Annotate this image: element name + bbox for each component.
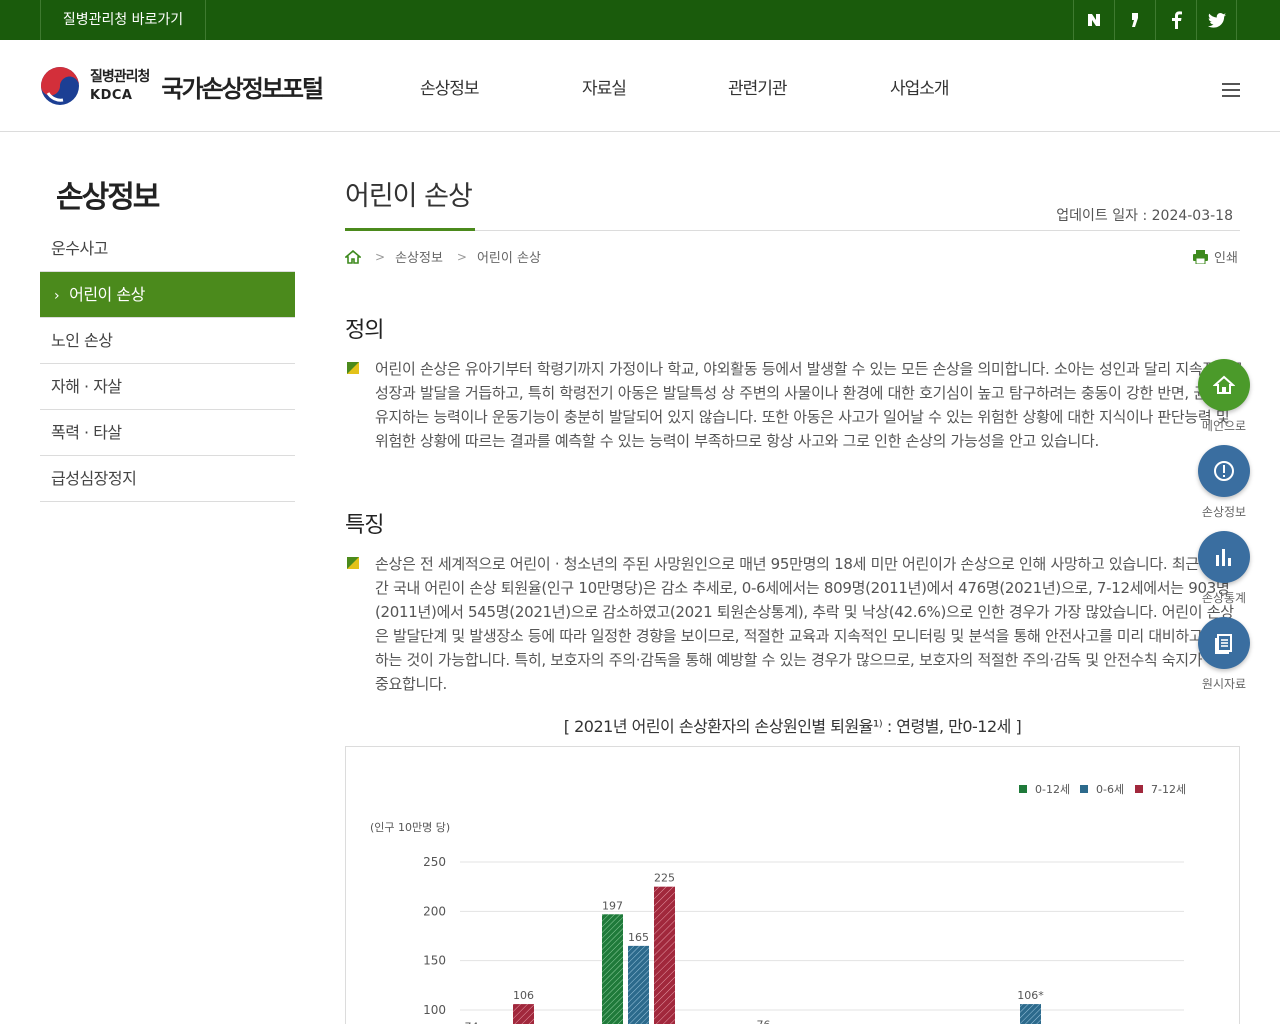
title-divider: [345, 230, 1240, 231]
hamburger-menu-icon[interactable]: [1222, 83, 1240, 97]
definition-heading: 정의: [345, 318, 384, 343]
org-name-en: KDCA: [90, 88, 133, 103]
bar-value-label: 197: [602, 899, 623, 912]
nav-library[interactable]: 자료실: [582, 74, 627, 99]
quick-raw-data[interactable]: 원시자료: [1198, 617, 1250, 692]
quick-label: 손상통계: [1201, 591, 1247, 605]
sidebar-item-self-harm[interactable]: 자해 · 자살: [40, 364, 295, 410]
chevron-right-icon: ›: [54, 288, 60, 304]
kdca-emblem-icon: [41, 67, 79, 105]
bullet-icon: [347, 362, 359, 374]
twitter-icon[interactable]: [1196, 0, 1237, 40]
bar-value-label: 74: [465, 1021, 479, 1024]
nav-injury-info[interactable]: 손상정보: [420, 74, 480, 99]
quick-home[interactable]: 메인으로: [1198, 359, 1250, 434]
y-tick-label: 250: [423, 855, 446, 869]
home-icon[interactable]: [345, 249, 361, 264]
kakao-story-icon[interactable]: [1114, 0, 1155, 40]
legend-label: 0-6세: [1096, 783, 1124, 796]
portal-name: 국가손상정보포털: [161, 74, 324, 103]
page-title: 어린이 손상: [345, 181, 473, 212]
y-tick-label: 200: [423, 904, 446, 918]
breadcrumb: > 손상정보 > 어린이 손상: [345, 247, 541, 266]
legend-swatch: [1135, 785, 1143, 793]
breadcrumb-item[interactable]: 손상정보: [395, 247, 443, 266]
logo-org-name: 질병관리청 KDCA: [90, 69, 150, 103]
quick-label: 손상정보: [1201, 505, 1247, 519]
bullet-icon: [347, 557, 359, 569]
bar-value-label: 106*: [1017, 989, 1044, 1002]
sidebar-item-violence[interactable]: 폭력 · 타살: [40, 410, 295, 456]
nav-about[interactable]: 사업소개: [890, 74, 950, 99]
legend-label: 0-12세: [1035, 783, 1070, 796]
bar-value-label: 76: [757, 1019, 771, 1024]
sidebar-title: 손상정보: [56, 180, 160, 215]
breadcrumb-current: 어린이 손상: [476, 251, 541, 266]
title-underline: [345, 228, 475, 231]
home-icon: [1198, 359, 1250, 411]
kdca-shortcut-link[interactable]: 질병관리청 바로가기: [40, 0, 206, 40]
document-icon: [1198, 617, 1250, 669]
bar-chart-icon: [1198, 531, 1250, 583]
quick-statistics[interactable]: 손상통계: [1198, 531, 1250, 606]
bar: [513, 1004, 534, 1024]
y-tick-label: 150: [423, 954, 446, 968]
legend-swatch: [1019, 785, 1027, 793]
bar-value-label: 106: [513, 989, 534, 1002]
legend-label: 7-12세: [1151, 783, 1186, 796]
quick-label: 메인으로: [1201, 419, 1247, 433]
sidebar-item-cardiac-arrest[interactable]: 급성심장정지: [40, 456, 295, 502]
definition-text: 어린이 손상은 유아기부터 학령기까지 가정이나 학교, 야외활동 등에서 발생…: [375, 360, 1243, 450]
facebook-icon[interactable]: [1155, 0, 1196, 40]
quick-injury-info[interactable]: 손상정보: [1198, 445, 1250, 520]
chevron-right-icon: >: [375, 249, 386, 264]
alert-icon: [1198, 445, 1250, 497]
sidebar-item-label: 어린이 손상: [69, 285, 145, 304]
nav-related-agencies[interactable]: 관련기관: [728, 74, 788, 99]
sidebar-item-label: 폭력 · 타살: [51, 423, 122, 442]
sidebar-item-label: 급성심장정지: [51, 469, 137, 488]
site-header: 질병관리청 KDCA 국가손상정보포털 손상정보 자료실 관련기관 사업소개: [0, 40, 1280, 132]
org-name-ko: 질병관리청: [90, 69, 150, 85]
print-label: 인쇄: [1214, 251, 1238, 266]
chevron-right-icon: >: [456, 249, 467, 264]
chart-container: (인구 10만명 당) 100 150 200 250 0-12세 0-6세 7-12세 74 1…: [345, 746, 1240, 1024]
sidebar-item-traffic[interactable]: 운수사고: [40, 226, 295, 272]
top-utility-bar: 질병관리청 바로가기: [0, 0, 1280, 40]
bar: [602, 914, 623, 1024]
bar: [654, 886, 675, 1024]
bar: [628, 945, 649, 1024]
quick-label: 원시자료: [1201, 677, 1247, 691]
legend-swatch: [1080, 785, 1088, 793]
bar: [1020, 1004, 1041, 1024]
sidebar-item-child-injury[interactable]: › 어린이 손상: [40, 272, 295, 318]
sidebar-item-label: 운수사고: [51, 239, 108, 258]
naver-blog-icon[interactable]: [1073, 0, 1114, 40]
sidebar-item-elderly-injury[interactable]: 노인 손상: [40, 318, 295, 364]
sidebar-item-label: 자해 · 자살: [51, 377, 122, 396]
feature-text: 손상은 전 세계적으로 어린이 · 청소년의 주된 사망원인으로 매년 95만명…: [375, 555, 1236, 693]
print-button[interactable]: 인쇄: [1193, 247, 1238, 266]
y-axis-label: (인구 10만명 당): [370, 821, 450, 834]
site-logo[interactable]: 질병관리청 KDCA 국가손상정보포털: [40, 66, 324, 106]
y-tick-label: 100: [423, 1003, 446, 1017]
sidebar-item-label: 노인 손상: [51, 331, 113, 350]
bar-value-label: 165: [628, 931, 649, 944]
discharge-rate-chart: (인구 10만명 당) 100 150 200 250 0-12세 0-6세 7-12세 74 1…: [370, 783, 1186, 1024]
feature-heading: 특징: [345, 513, 384, 538]
sidebar-menu: 운수사고 › 어린이 손상 노인 손상 자해 · 자살 폭력 · 타살 급성심장정…: [40, 226, 295, 502]
update-date: 업데이트 일자 : 2024-03-18: [1056, 208, 1233, 224]
bar-value-label: 225: [654, 872, 675, 885]
chart-caption: [ 2021년 어린이 손상환자의 손상원인별 퇴원율¹⁾ : 연령별, 만0-…: [563, 717, 1022, 736]
printer-icon: [1193, 249, 1208, 264]
